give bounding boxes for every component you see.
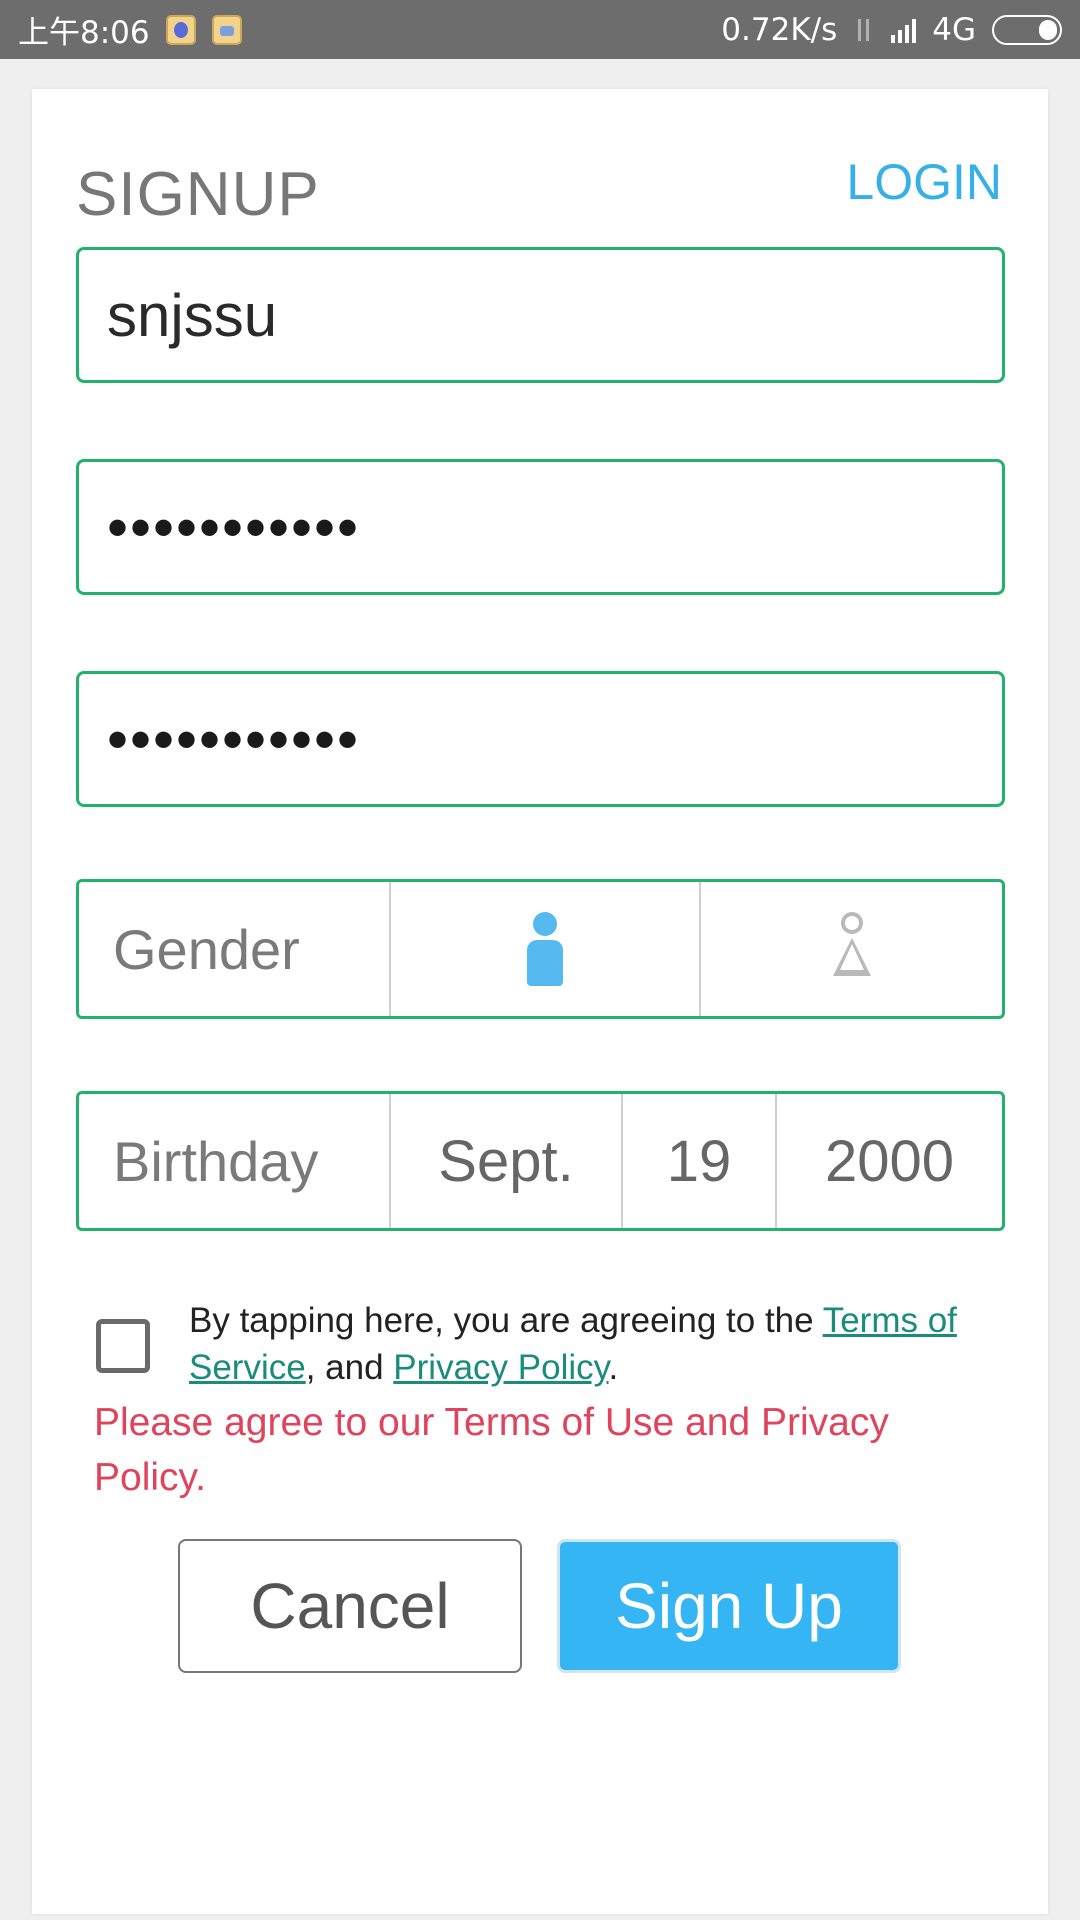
terms-suffix: .: [608, 1348, 619, 1387]
password-field[interactable]: •••••••••••: [76, 459, 1005, 595]
terms-text: By tapping here, you are agreeing to the…: [189, 1297, 989, 1391]
confirm-password-value: •••••••••••: [107, 705, 361, 773]
terms-checkbox[interactable]: [96, 1319, 150, 1373]
birthday-month: Sept.: [438, 1128, 574, 1194]
birthday-day-picker[interactable]: 19: [621, 1094, 775, 1228]
birthday-year-picker[interactable]: 2000: [775, 1094, 1002, 1228]
terms-prefix: By tapping here, you are agreeing to the: [189, 1301, 823, 1340]
birthday-month-picker[interactable]: Sept.: [389, 1094, 621, 1228]
gender-selector: Gender: [76, 879, 1005, 1019]
notification-icon: [165, 14, 196, 45]
birthday-day: 19: [666, 1128, 732, 1194]
birthday-selector: Birthday Sept. 19 2000: [76, 1091, 1005, 1231]
error-message: Please agree to our Terms of Use and Pri…: [94, 1401, 889, 1499]
signal-strength-icon: [891, 17, 917, 43]
cancel-button[interactable]: Cancel: [178, 1539, 522, 1673]
birthday-label-cell: Birthday: [79, 1094, 389, 1228]
birthday-label: Birthday: [113, 1129, 319, 1193]
gender-male-option[interactable]: [389, 882, 699, 1016]
female-icon: [831, 912, 873, 986]
password-value: •••••••••••: [107, 493, 361, 561]
signup-card: SIGNUP LOGIN snjssu ••••••••••• ••••••••…: [32, 89, 1048, 1914]
page-title: SIGNUP: [76, 160, 320, 229]
confirm-password-field[interactable]: •••••••••••: [76, 671, 1005, 807]
gender-label: Gender: [113, 917, 300, 981]
gender-label-cell: Gender: [79, 882, 389, 1016]
notification-icon: [211, 14, 242, 45]
network-type: 4G: [932, 11, 976, 48]
birthday-year: 2000: [824, 1128, 955, 1194]
login-link[interactable]: LOGIN: [846, 153, 1002, 211]
gender-female-option[interactable]: [699, 882, 1002, 1016]
username-value: snjssu: [107, 281, 278, 349]
signup-button[interactable]: Sign Up: [557, 1539, 901, 1673]
network-speed: 0.72K/s: [721, 11, 838, 48]
male-icon: [524, 912, 566, 986]
status-left: 上午8:06: [18, 7, 242, 52]
terms-middle: , and: [305, 1348, 394, 1387]
username-field[interactable]: snjssu: [76, 247, 1005, 383]
status-right: 0.72K/s 4G: [705, 12, 1062, 48]
battery-icon: [992, 14, 1062, 45]
data-transfer-icon: [853, 15, 875, 45]
status-time: 上午8:06: [18, 15, 150, 51]
privacy-policy-link[interactable]: Privacy Policy: [393, 1348, 608, 1387]
status-bar: 上午8:06 0.72K/s 4G: [0, 0, 1080, 59]
